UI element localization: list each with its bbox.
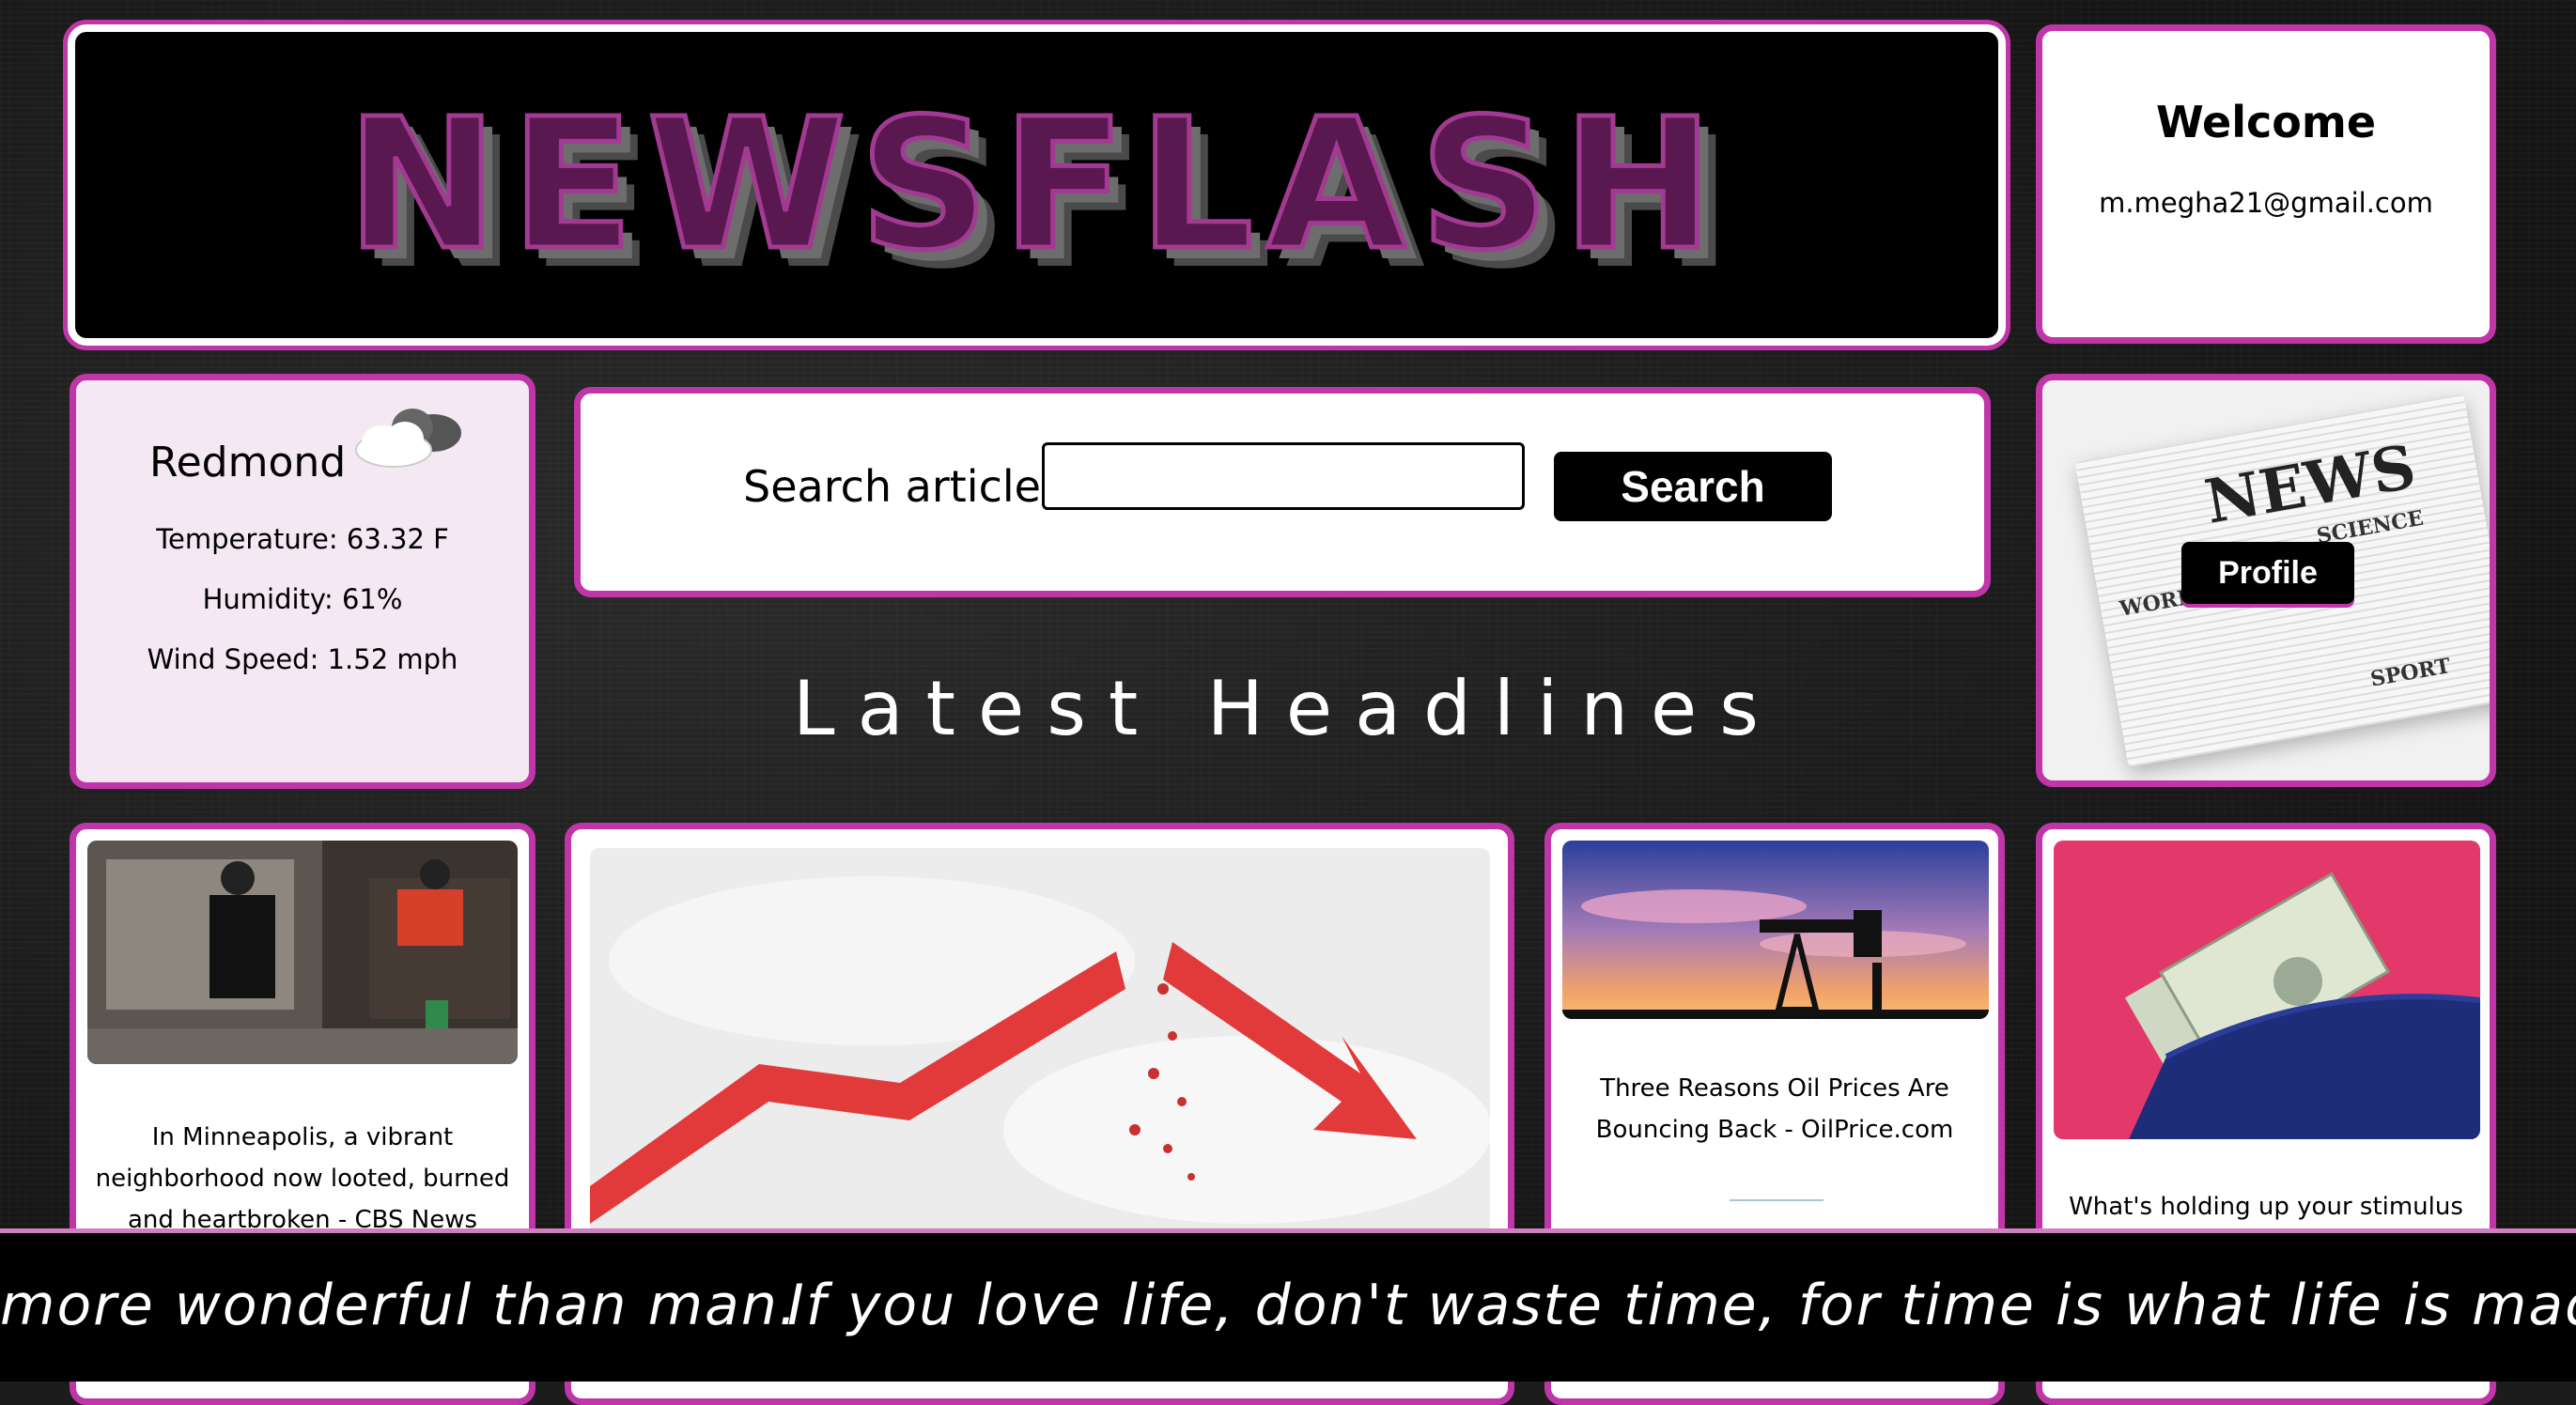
quote-ticker: more wonderful than man. If you love lif… bbox=[0, 1228, 2576, 1382]
site-logo: NEWSFLASH bbox=[345, 78, 1727, 292]
article-image[interactable] bbox=[1562, 841, 1989, 1019]
article-image[interactable] bbox=[2054, 841, 2480, 1139]
weather-temperature: Temperature: 63.32 F bbox=[156, 523, 449, 555]
article-title[interactable]: Three Reasons Oil Prices Are Bouncing Ba… bbox=[1570, 1068, 1979, 1150]
ticker-quote: If you love life, don't waste time, for … bbox=[787, 1273, 2576, 1338]
latest-headlines-heading: Latest Headlines bbox=[793, 665, 1781, 752]
cloud-icon bbox=[355, 409, 461, 468]
weather-card: Redmond Temperature: 63.32 F Humidity: 6… bbox=[70, 374, 535, 789]
weather-city: Redmond bbox=[149, 439, 347, 486]
user-email: m.megha21@gmail.com bbox=[2099, 187, 2433, 219]
header-banner: NEWSFLASH bbox=[68, 24, 2006, 346]
search-label: Search articles: bbox=[743, 461, 1079, 512]
ticker-quote: more wonderful than man. bbox=[0, 1273, 799, 1338]
profile-card: NEWS SCIENCE WORLD SPORT Profile bbox=[2036, 374, 2496, 787]
search-card: Search articles: Search bbox=[574, 387, 1991, 597]
newspaper-section: SPORT bbox=[2368, 654, 2453, 692]
article-title[interactable]: In Minneapolis, a vibrant neighborhood n… bbox=[95, 1117, 510, 1241]
article-image[interactable] bbox=[590, 848, 1490, 1243]
search-input[interactable] bbox=[1042, 442, 1525, 510]
weather-wind: Wind Speed: 1.52 mph bbox=[147, 643, 458, 675]
welcome-card: Welcome m.megha21@gmail.com bbox=[2036, 24, 2496, 344]
article-title[interactable]: What's holding up your stimulus bbox=[2061, 1186, 2471, 1227]
divider bbox=[1730, 1199, 1823, 1201]
article-image[interactable] bbox=[87, 841, 518, 1064]
welcome-title: Welcome bbox=[2155, 97, 2377, 147]
profile-button[interactable]: Profile bbox=[2181, 542, 2354, 604]
weather-humidity: Humidity: 61% bbox=[202, 583, 403, 615]
search-button[interactable]: Search bbox=[1554, 452, 1832, 521]
